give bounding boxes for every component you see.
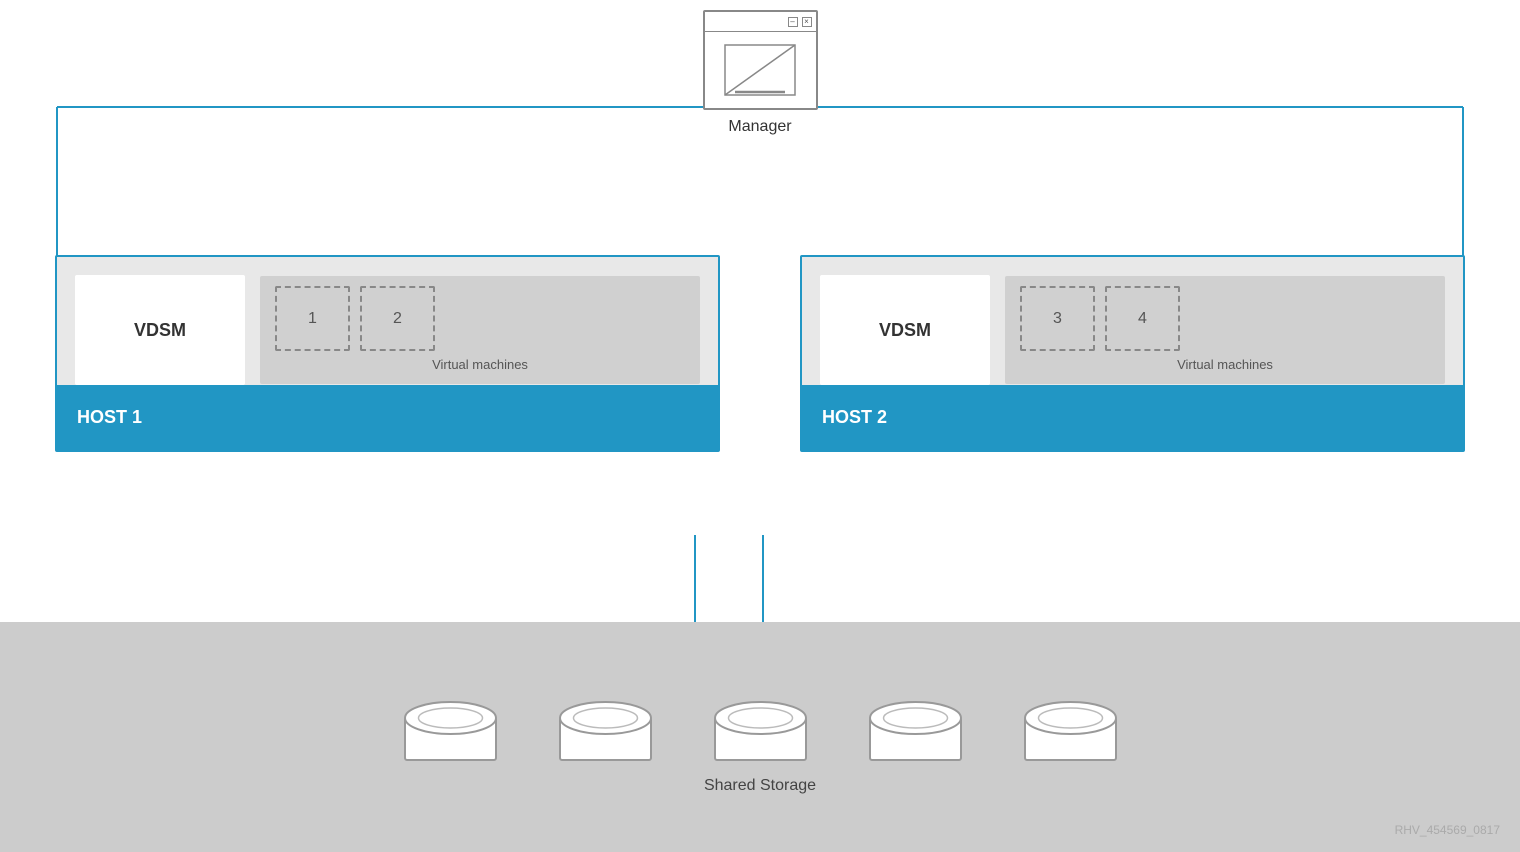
storage-label: Shared Storage — [704, 777, 816, 795]
host1-vm-label: Virtual machines — [275, 357, 685, 372]
manager-titlebar: – × — [705, 12, 816, 32]
disk-2 — [558, 700, 653, 765]
host2-vm4: 4 — [1105, 286, 1180, 351]
host1-name: HOST 1 — [77, 407, 142, 428]
host2-vm-boxes-row: 3 4 — [1020, 286, 1430, 351]
close-btn: × — [802, 17, 812, 27]
storage-section: Shared Storage — [0, 622, 1520, 852]
watermark: RHV_454569_0817 — [1395, 823, 1500, 837]
disk-1 — [403, 700, 498, 765]
host1-vm2: 2 — [360, 286, 435, 351]
host2-vdsm: VDSM — [820, 275, 990, 385]
host1-box: VDSM 1 2 Virtual machines — [55, 255, 720, 452]
disk-5 — [1023, 700, 1118, 765]
manager-label: Manager — [728, 118, 791, 136]
host2-footer: HOST 2 — [802, 385, 1463, 450]
diagram-container: – × Manager VDSM — [0, 0, 1520, 852]
host1-content-row: VDSM 1 2 Virtual machines — [75, 275, 700, 385]
host2-vms-section: 3 4 Virtual machines — [1005, 276, 1445, 384]
host1-vdsm: VDSM — [75, 275, 245, 385]
storage-disks-row — [403, 700, 1118, 765]
host2-inner: VDSM 3 4 Virtual machines — [802, 257, 1463, 385]
host1-inner: VDSM 1 2 Virtual machines — [57, 257, 718, 385]
host2-content-row: VDSM 3 4 Virtual machines — [820, 275, 1445, 385]
host1-vms-section: 1 2 Virtual machines — [260, 276, 700, 384]
host2-vm3: 3 — [1020, 286, 1095, 351]
manager-icon: – × — [703, 10, 818, 110]
host2-box: VDSM 3 4 Virtual machines — [800, 255, 1465, 452]
disk-3-connected — [713, 700, 808, 765]
disk-4 — [868, 700, 963, 765]
host2-name: HOST 2 — [822, 407, 887, 428]
host1-vm1: 1 — [275, 286, 350, 351]
host1-footer: HOST 1 — [57, 385, 718, 450]
hosts-section: VDSM 1 2 Virtual machines — [55, 255, 1465, 452]
host2-vm-label: Virtual machines — [1020, 357, 1430, 372]
manager-icon-body — [705, 32, 816, 108]
minimize-btn: – — [788, 17, 798, 27]
host1-vm-boxes-row: 1 2 — [275, 286, 685, 351]
manager-section: – × Manager — [0, 10, 1520, 136]
